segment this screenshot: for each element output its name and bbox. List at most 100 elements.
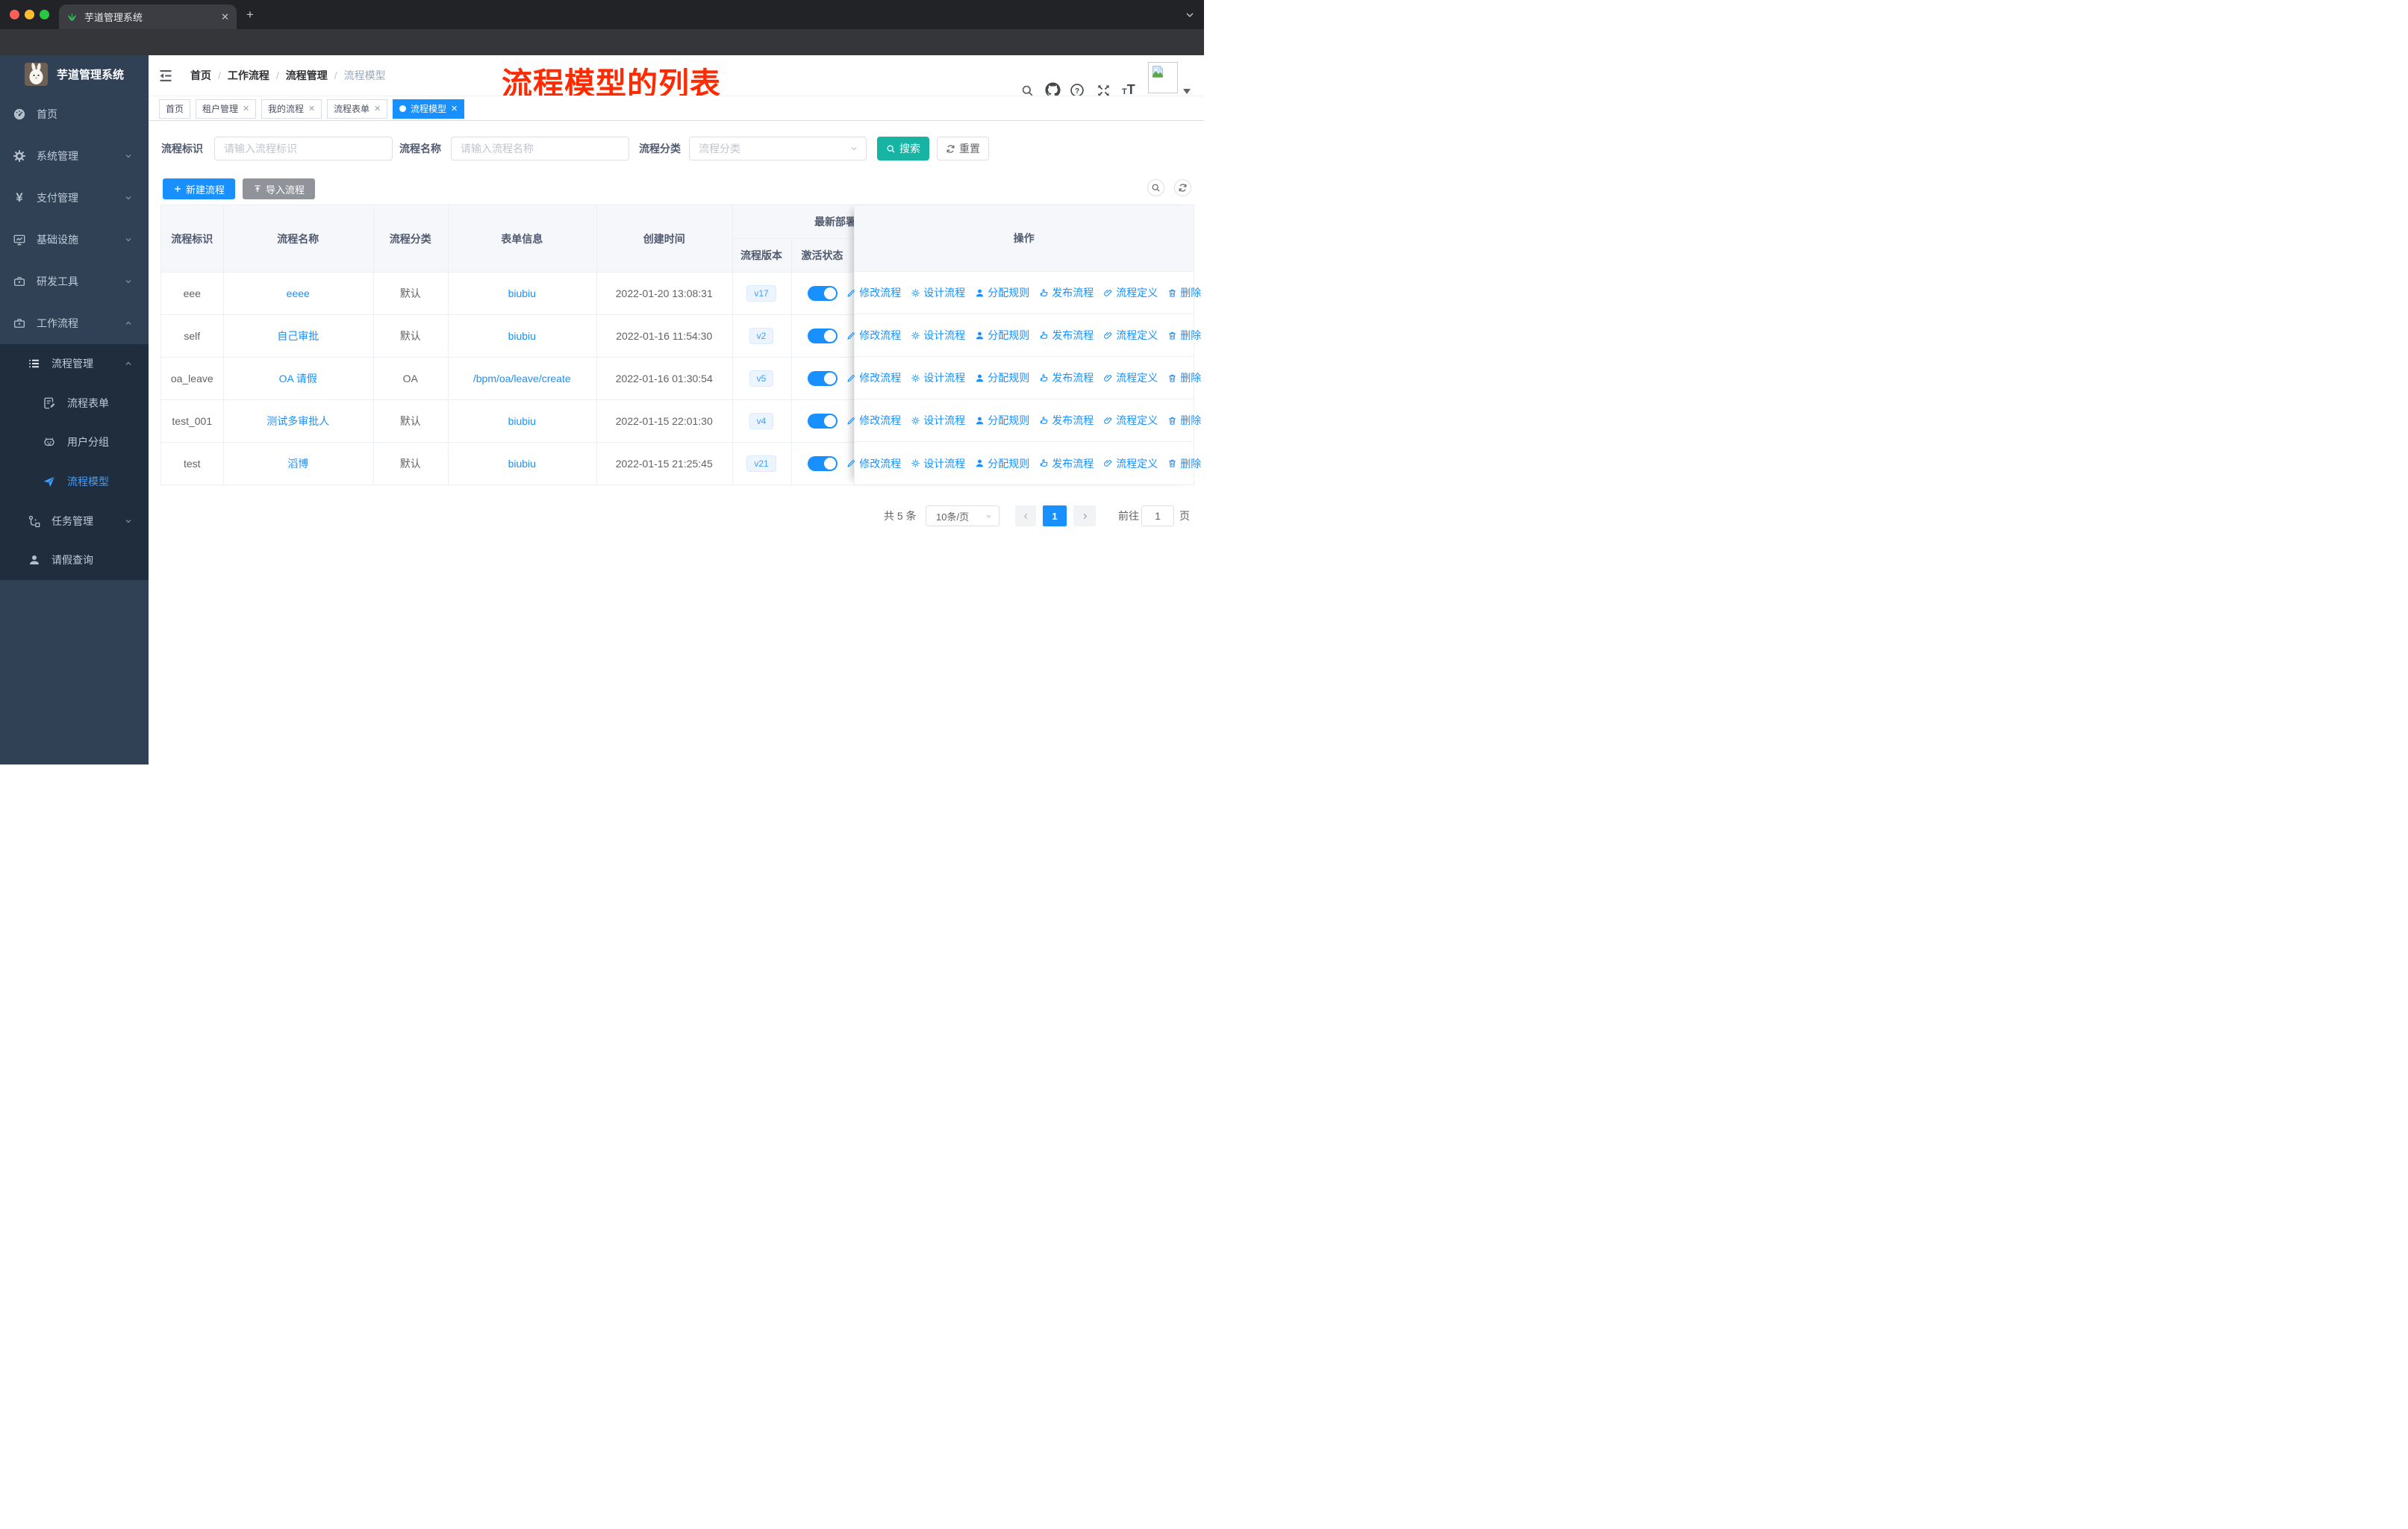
tag-home[interactable]: 首页 [159,99,191,119]
reset-button[interactable]: 重置 [937,137,989,161]
action-assign-rule[interactable]: 分配规则 [975,285,1029,300]
action-process-definition[interactable]: 流程定义 [1103,328,1158,343]
tab-search-chevron-icon[interactable] [1184,9,1196,21]
action-edit-process[interactable]: 修改流程 [846,456,901,471]
sidebar-item-system[interactable]: 系统管理 [0,135,149,177]
action-edit-process[interactable]: 修改流程 [846,413,901,428]
sidebar-item-payment[interactable]: ¥ 支付管理 [0,177,149,219]
action-process-definition[interactable]: 流程定义 [1103,413,1158,428]
action-assign-rule[interactable]: 分配规则 [975,413,1029,428]
action-assign-rule[interactable]: 分配规则 [975,370,1029,385]
toggle-search-button[interactable] [1147,179,1164,196]
traffic-close-button[interactable] [9,10,19,19]
sidebar-item-leave-query[interactable]: 请假查询 [0,541,149,580]
breadcrumb-item[interactable]: 流程管理 [286,68,328,83]
cell-name-link[interactable]: eeee [223,272,374,314]
sidebar-item-user-group[interactable]: 用户分组 [0,423,149,462]
sidebar-item-home[interactable]: 首页 [0,93,149,135]
sidebar-item-task-management[interactable]: 任务管理 [0,501,149,541]
avatar-broken-image[interactable] [1148,62,1178,93]
action-delete[interactable]: 删除 [1167,328,1201,343]
filter-name-input[interactable] [451,137,629,161]
traffic-zoom-button[interactable] [39,10,49,19]
active-toggle[interactable] [807,328,838,343]
action-publish-process[interactable]: 发布流程 [1039,328,1094,343]
version-badge[interactable]: v2 [749,327,774,344]
cell-form-link[interactable]: biubiu [448,399,597,442]
tag-process-model[interactable]: 流程模型 ✕ [393,99,465,119]
current-page[interactable]: 1 [1043,505,1067,526]
action-design-process[interactable]: 设计流程 [911,285,965,300]
tab-close-icon[interactable]: ✕ [221,11,229,23]
refresh-table-button[interactable] [1174,179,1191,196]
tag-close-icon[interactable]: ✕ [451,104,458,113]
new-tab-button[interactable]: + [246,7,254,22]
active-toggle[interactable] [807,455,838,471]
create-process-button[interactable]: 新建流程 [163,178,235,199]
tag-my-process[interactable]: 我的流程 ✕ [261,99,322,119]
cell-name-link[interactable]: 滔博 [223,442,374,485]
prev-page-button[interactable] [1015,505,1036,526]
action-design-process[interactable]: 设计流程 [911,456,965,471]
active-toggle[interactable] [807,413,838,429]
cell-form-link[interactable]: biubiu [448,442,597,485]
action-publish-process[interactable]: 发布流程 [1039,285,1094,300]
goto-page-input[interactable] [1141,505,1174,526]
page-size-select[interactable]: 10条/页 [926,505,999,526]
cell-form-link[interactable]: /bpm/oa/leave/create [448,357,597,399]
cell-name-link[interactable]: 测试多审批人 [223,399,374,442]
version-badge[interactable]: v17 [746,284,776,302]
active-toggle[interactable] [807,370,838,386]
cell-created: 2022-01-20 13:08:31 [615,287,713,299]
import-process-button[interactable]: 导入流程 [243,178,315,199]
cell-form-link[interactable]: biubiu [448,314,597,357]
search-button[interactable]: 搜索 [877,137,929,161]
next-page-button[interactable] [1073,505,1096,526]
action-assign-rule[interactable]: 分配规则 [975,328,1029,343]
tag-process-form[interactable]: 流程表单 ✕ [327,99,388,119]
action-delete[interactable]: 删除 [1167,370,1201,385]
action-process-definition[interactable]: 流程定义 [1103,370,1158,385]
action-assign-rule[interactable]: 分配规则 [975,456,1029,471]
tag-tenant[interactable]: 租户管理 ✕ [196,99,257,119]
active-toggle[interactable] [807,285,838,301]
action-delete[interactable]: 删除 [1167,285,1201,300]
action-edit-process[interactable]: 修改流程 [846,328,901,343]
action-process-definition[interactable]: 流程定义 [1103,285,1158,300]
sidebar-item-process-model[interactable]: 流程模型 [0,462,149,502]
action-delete[interactable]: 删除 [1167,413,1201,428]
sidebar-item-infra[interactable]: 基础设施 [0,219,149,261]
action-delete[interactable]: 删除 [1167,456,1201,471]
filter-key-input[interactable] [214,137,393,161]
sidebar-item-devtools[interactable]: 研发工具 [0,261,149,302]
sidebar-item-process-management[interactable]: 流程管理 [0,344,149,384]
tag-close-icon[interactable]: ✕ [308,104,315,113]
action-design-process[interactable]: 设计流程 [911,370,965,385]
action-design-process[interactable]: 设计流程 [911,413,965,428]
action-design-process[interactable]: 设计流程 [911,328,965,343]
breadcrumb-item[interactable]: 工作流程 [228,68,269,83]
browser-tab[interactable]: 芋道管理系统 ✕ [59,4,237,29]
filter-category-select[interactable]: 流程分类 [689,137,867,161]
action-edit-process[interactable]: 修改流程 [846,370,901,385]
avatar-caret-down-icon[interactable] [1183,89,1191,94]
action-publish-process[interactable]: 发布流程 [1039,413,1094,428]
sidebar-item-process-form[interactable]: 流程表单 [0,384,149,423]
cell-form-link[interactable]: biubiu [448,272,597,314]
action-edit-process[interactable]: 修改流程 [846,285,901,300]
action-publish-process[interactable]: 发布流程 [1039,370,1094,385]
traffic-minimize-button[interactable] [24,10,34,19]
action-process-definition[interactable]: 流程定义 [1103,456,1158,471]
sidebar-item-workflow[interactable]: 工作流程 [0,302,149,344]
version-badge[interactable]: v4 [749,412,774,429]
version-badge[interactable]: v5 [749,370,774,387]
breadcrumb-item[interactable]: 首页 [190,68,211,83]
tag-close-icon[interactable]: ✕ [243,104,249,113]
tag-close-icon[interactable]: ✕ [374,104,381,113]
version-badge[interactable]: v21 [746,455,776,472]
hamburger-fold-icon[interactable] [158,69,173,82]
cell-name-link[interactable]: 自己审批 [223,314,374,357]
sidebar-logo[interactable]: 芋道管理系统 [0,55,149,93]
cell-name-link[interactable]: OA 请假 [223,357,374,399]
action-publish-process[interactable]: 发布流程 [1039,456,1094,471]
